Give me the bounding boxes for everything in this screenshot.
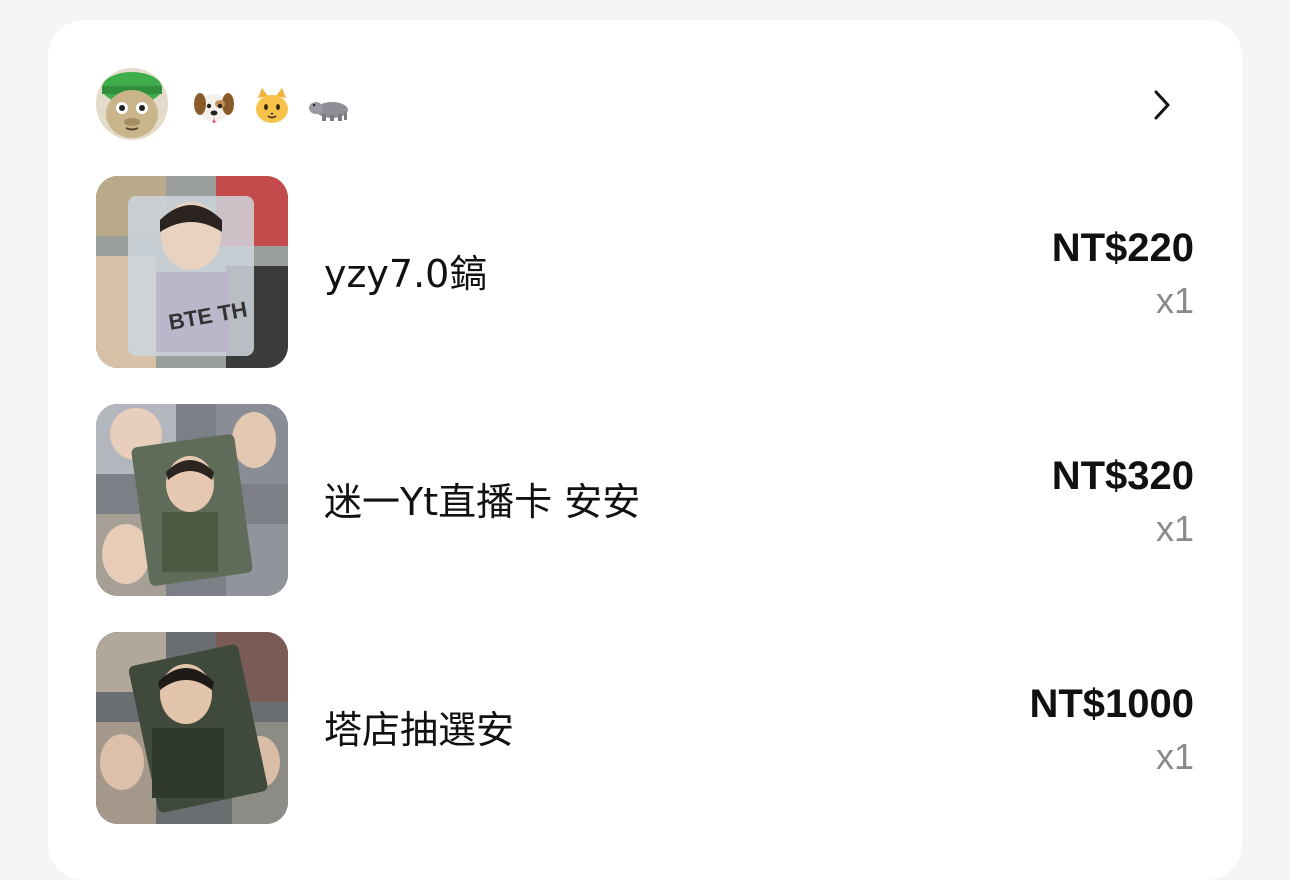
seller-avatar[interactable]: [96, 68, 168, 140]
hippopotamus-emoji: [309, 102, 348, 121]
item-thumbnail[interactable]: [96, 404, 288, 596]
item-price: NT$220: [1051, 226, 1194, 270]
item-quantity: x1: [1155, 280, 1194, 321]
item-title: yzy7.0鎬: [324, 252, 488, 296]
item-thumbnail[interactable]: BTE TH: [96, 176, 288, 368]
seller-badges: [192, 84, 352, 128]
item-quantity: x1: [1155, 508, 1194, 549]
item-quantity: x1: [1155, 736, 1194, 777]
order-card: BTE TH yzy7.0鎬 NT$220 x1 迷一Yt直播卡 安安 NT$3…: [48, 20, 1242, 880]
item-price: NT$1000: [1029, 682, 1194, 726]
item-title: 塔店抽選安: [324, 708, 515, 752]
seller-header[interactable]: [96, 68, 1194, 140]
item-price: NT$320: [1051, 454, 1194, 498]
item-thumbnail[interactable]: [96, 632, 288, 824]
order-item[interactable]: 塔店抽選安 NT$1000 x1: [96, 632, 1194, 824]
order-item[interactable]: 迷一Yt直播卡 安安 NT$320 x1: [96, 404, 1194, 596]
dog-face-emoji: [194, 93, 234, 123]
chevron-right-icon[interactable]: [1148, 88, 1176, 122]
order-item[interactable]: BTE TH yzy7.0鎬 NT$220 x1: [96, 176, 1194, 368]
item-title: 迷一Yt直播卡 安安: [324, 480, 641, 524]
cat-face-emoji: [256, 88, 288, 123]
